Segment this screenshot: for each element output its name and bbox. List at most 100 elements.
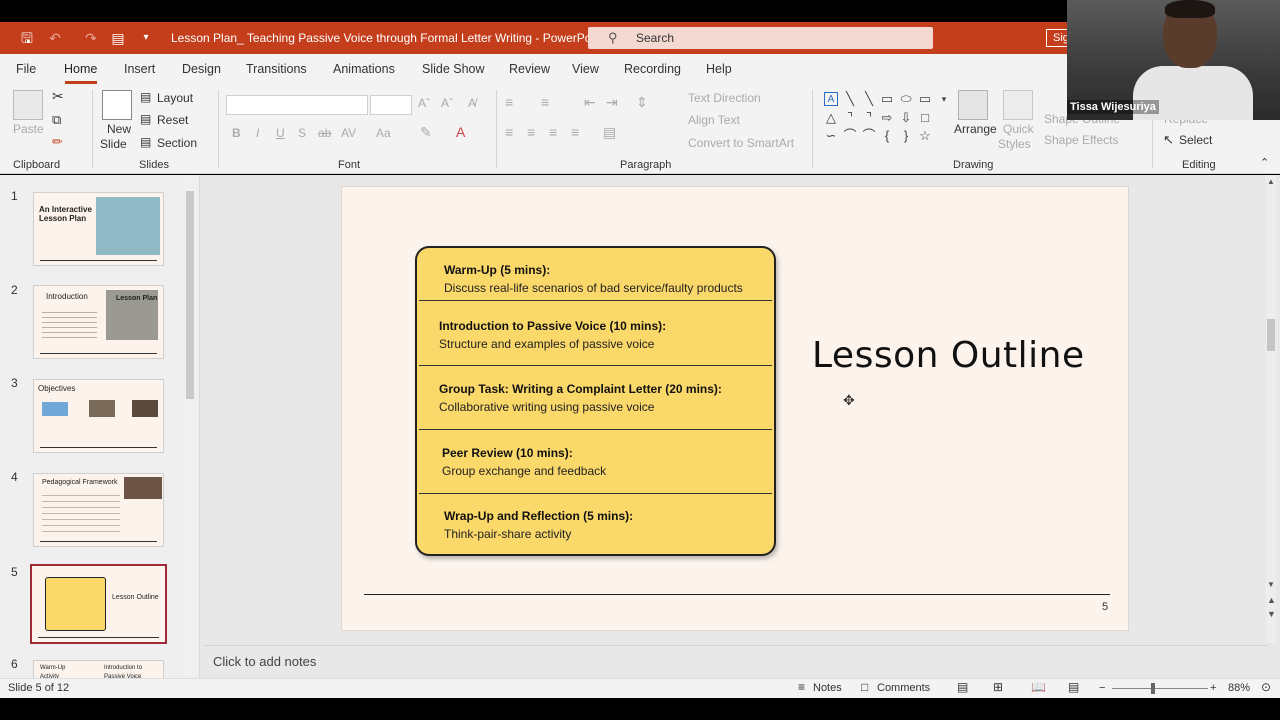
scroll-down-icon[interactable]: ▼ — [1267, 580, 1275, 589]
normal-view-icon[interactable]: ▤ — [957, 680, 968, 694]
tab-animations[interactable]: Animations — [333, 62, 395, 76]
numbering-icon[interactable]: ≡ — [541, 94, 549, 110]
zoom-slider[interactable] — [1112, 688, 1208, 689]
undo-icon[interactable]: ↶ — [47, 30, 63, 46]
layout-button[interactable]: Layout — [157, 91, 193, 105]
zoom-out-icon[interactable]: − — [1099, 682, 1105, 694]
brace-shape-icon[interactable]: { — [880, 129, 894, 143]
line-spacing-icon[interactable]: ⇕ — [636, 94, 648, 111]
align-text-button[interactable]: Align Text — [688, 113, 740, 127]
decrease-indent-icon[interactable]: ⇤ — [584, 94, 596, 111]
slideshow-view-icon[interactable]: ▤ — [1068, 680, 1079, 694]
quick-styles-label-2[interactable]: Styles — [998, 137, 1031, 151]
new-slide-icon[interactable] — [102, 90, 132, 120]
paste-icon[interactable] — [13, 90, 43, 120]
triangle-shape-icon[interactable]: △ — [824, 111, 838, 125]
search-input[interactable]: ⚲ Search — [588, 27, 933, 49]
copy-icon[interactable]: ⧉ — [52, 112, 61, 128]
text-direction-button[interactable]: Text Direction — [688, 91, 761, 105]
shape-effects-button[interactable]: Shape Effects — [1044, 133, 1119, 147]
rectangle-shape-icon[interactable]: ▭ — [880, 92, 894, 106]
format-painter-icon[interactable]: ✏ — [52, 134, 63, 150]
comments-icon[interactable]: □ — [861, 680, 868, 694]
star-shape-icon[interactable]: ☆ — [918, 129, 932, 143]
callout-shape-icon[interactable]: □ — [918, 111, 932, 125]
connector-shape-icon[interactable]: ⌝ — [843, 111, 857, 125]
next-slide-icon[interactable]: ▼ — [1267, 609, 1276, 619]
curve-shape-icon[interactable]: ⌒ — [843, 129, 857, 143]
font-family-select[interactable] — [226, 95, 368, 115]
brace-shape-icon[interactable]: } — [899, 129, 913, 143]
char-spacing-button[interactable]: AV — [341, 126, 356, 140]
font-color-icon[interactable]: A — [456, 124, 465, 140]
increase-font-icon[interactable]: Aˆ — [418, 96, 430, 110]
bullets-icon[interactable]: ≡ — [505, 94, 513, 110]
highlight-icon[interactable]: ✎ — [420, 124, 432, 141]
section-button[interactable]: Section — [157, 136, 197, 150]
increase-indent-icon[interactable]: ⇥ — [606, 94, 618, 111]
connector-shape-icon[interactable]: ⌝ — [862, 111, 876, 125]
cut-icon[interactable]: ✂ — [52, 88, 64, 105]
slide-thumbnail-3[interactable]: Objectives — [33, 379, 164, 453]
notes-pane[interactable]: Click to add notes — [203, 645, 1268, 677]
tab-transitions[interactable]: Transitions — [246, 62, 307, 76]
shapes-more-icon[interactable]: ▾ — [937, 92, 951, 106]
slide-sorter-icon[interactable]: ⊞ — [993, 680, 1003, 694]
decrease-font-icon[interactable]: Aˇ — [441, 96, 453, 110]
notes-placeholder[interactable]: Click to add notes — [213, 654, 316, 669]
thumbnail-scrollbar[interactable] — [185, 177, 195, 677]
tab-help[interactable]: Help — [706, 62, 732, 76]
new-slide-label-2[interactable]: Slide — [100, 137, 127, 151]
slide-thumbnail-4[interactable]: Pedagogical Framework — [33, 473, 164, 547]
slide-thumbnail-6[interactable]: Warm-Up Activity Introduction to Passive… — [33, 660, 164, 678]
arrange-icon[interactable] — [958, 90, 988, 120]
italic-button[interactable]: I — [256, 126, 259, 140]
scrollbar-thumb[interactable] — [186, 191, 194, 399]
zoom-slider-thumb[interactable] — [1151, 683, 1155, 694]
tab-insert[interactable]: Insert — [124, 62, 155, 76]
change-case-button[interactable]: Aa — [376, 126, 391, 140]
slide-thumbnail-5[interactable]: Lesson Outline — [30, 564, 167, 644]
tab-review[interactable]: Review — [509, 62, 550, 76]
quick-styles-label-1[interactable]: Quick — [1003, 122, 1034, 136]
justify-icon[interactable]: ≡ — [571, 124, 579, 140]
paste-button[interactable]: Paste — [13, 122, 44, 136]
convert-smartart-button[interactable]: Convert to SmartArt — [688, 136, 794, 150]
customize-toolbar-icon[interactable]: ▾ — [138, 30, 154, 46]
notes-icon[interactable]: ≡ — [798, 680, 805, 694]
quick-styles-icon[interactable] — [1003, 90, 1033, 120]
collapse-ribbon-icon[interactable]: ⌃ — [1260, 156, 1269, 169]
tab-recording[interactable]: Recording — [624, 62, 681, 76]
shadow-button[interactable]: S — [298, 126, 306, 140]
comments-button[interactable]: Comments — [877, 682, 930, 694]
notes-button[interactable]: Notes — [813, 682, 842, 694]
scroll-up-icon[interactable]: ▲ — [1267, 177, 1275, 186]
underline-button[interactable]: U — [276, 126, 285, 140]
columns-icon[interactable]: ▤ — [603, 124, 616, 141]
align-left-icon[interactable]: ≡ — [505, 124, 513, 140]
tab-view[interactable]: View — [572, 62, 599, 76]
tab-slide-show[interactable]: Slide Show — [422, 62, 485, 76]
reset-button[interactable]: Reset — [157, 113, 188, 127]
save-icon[interactable]: 🖫 — [19, 30, 35, 46]
zoom-level[interactable]: 88% — [1228, 682, 1250, 694]
line-shape-icon[interactable]: ╲ — [843, 92, 857, 106]
strikethrough-icon[interactable]: ab — [318, 126, 331, 140]
new-slide-label-1[interactable]: New — [107, 122, 131, 136]
curve-shape-icon[interactable]: ⌒ — [862, 129, 876, 143]
arrow-down-shape-icon[interactable]: ⇩ — [899, 111, 913, 125]
reading-view-icon[interactable]: 📖 — [1031, 680, 1046, 694]
lesson-outline-box[interactable]: Warm-Up (5 mins): Discuss real-life scen… — [415, 246, 776, 556]
slide-canvas[interactable]: Warm-Up (5 mins): Discuss real-life scen… — [341, 186, 1129, 631]
zoom-in-icon[interactable]: + — [1210, 682, 1216, 694]
slide-thumbnail-2[interactable]: Introduction Lesson Plan — [33, 285, 164, 359]
select-button[interactable]: Select — [1179, 133, 1212, 147]
arrange-button[interactable]: Arrange — [954, 122, 997, 136]
line-shape-icon[interactable]: ╲ — [862, 92, 876, 106]
scrollbar-thumb[interactable] — [1267, 319, 1275, 351]
editor-scrollbar[interactable]: ▲ ▼ ▲ ▼ — [1266, 175, 1276, 643]
tab-home[interactable]: Home — [64, 62, 97, 76]
previous-slide-icon[interactable]: ▲ — [1267, 595, 1276, 605]
curve-shape-icon[interactable]: ∽ — [824, 129, 838, 143]
bold-button[interactable]: B — [232, 126, 241, 140]
